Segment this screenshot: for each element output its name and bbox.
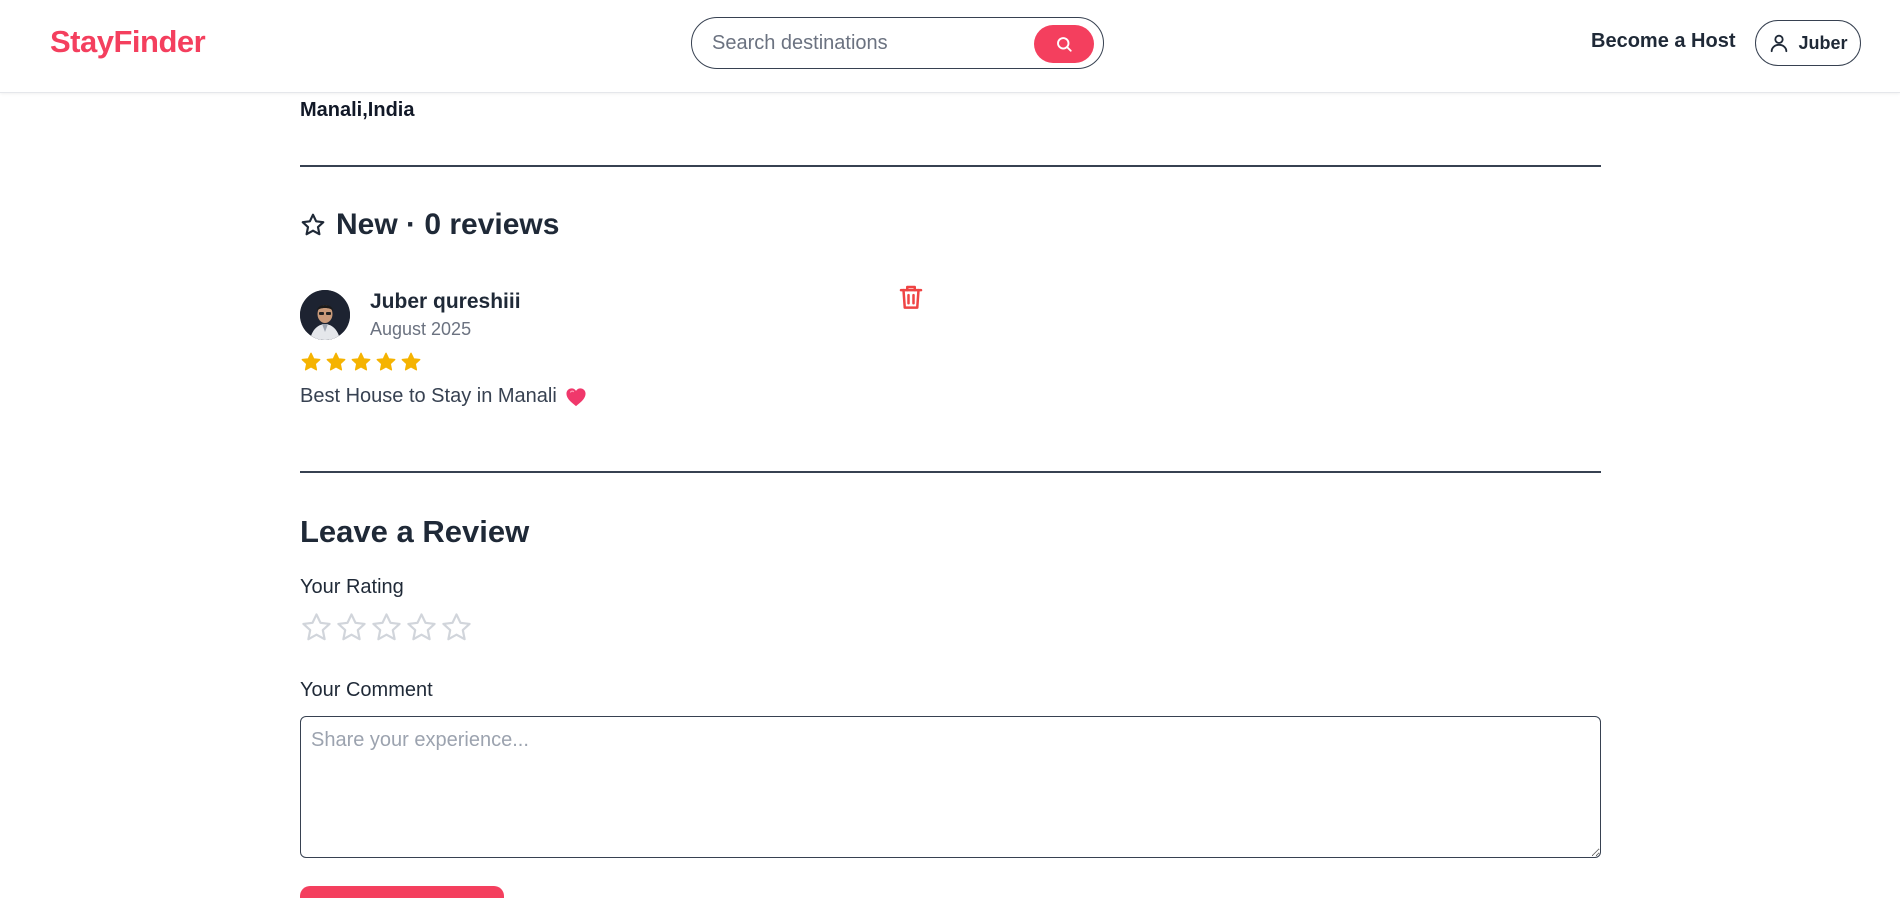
star-outline-icon xyxy=(337,613,366,641)
trash-icon xyxy=(899,285,923,309)
rating-star-4[interactable] xyxy=(405,611,438,649)
listing-location: Manali,India xyxy=(300,99,415,121)
star-filled-icon xyxy=(401,352,421,371)
rating-star-2[interactable] xyxy=(335,611,368,649)
rating-star-3[interactable] xyxy=(370,611,403,649)
star-outline-icon xyxy=(372,613,401,641)
star-filled-icon xyxy=(376,352,396,371)
user-name: Juber xyxy=(1798,32,1848,53)
submit-review-button[interactable] xyxy=(300,886,504,898)
become-host-link[interactable]: Become a Host xyxy=(1591,30,1736,53)
reviewer-avatar xyxy=(300,290,350,340)
review-text: Best House to Stay in Manali xyxy=(300,385,587,408)
top-navbar: StayFinder Become a Host Juber xyxy=(0,0,1900,93)
avatar-photo xyxy=(300,290,350,340)
star-filled-icon xyxy=(326,352,346,371)
search-icon xyxy=(1057,37,1072,52)
review-rating-stars xyxy=(300,351,422,373)
reviewer-name: Juber qureshiii xyxy=(370,290,521,313)
review-date: August 2025 xyxy=(370,319,472,339)
star-outline-icon xyxy=(302,613,331,641)
star-outline-icon xyxy=(301,213,325,236)
heart-icon xyxy=(566,387,586,406)
leave-review-heading: Leave a Review xyxy=(300,514,530,549)
comment-textarea[interactable] xyxy=(300,716,1601,858)
star-outline-icon xyxy=(442,613,471,641)
stayfinder-logo[interactable]: StayFinder xyxy=(50,24,206,60)
search-input[interactable] xyxy=(712,28,1012,58)
delete-review-button[interactable] xyxy=(895,282,927,314)
rating-input-stars[interactable] xyxy=(300,611,473,649)
reviews-summary: New · 0 reviews xyxy=(336,208,560,241)
rating-star-1[interactable] xyxy=(300,611,333,649)
search-button[interactable] xyxy=(1034,25,1094,63)
section-divider xyxy=(300,471,1601,473)
reviews-heading: New · 0 reviews xyxy=(300,208,559,242)
star-filled-icon xyxy=(301,352,321,371)
user-menu-button[interactable]: Juber xyxy=(1755,20,1861,66)
rating-label: Your Rating xyxy=(300,576,404,598)
rating-star-5[interactable] xyxy=(440,611,473,649)
star-outline-icon xyxy=(407,613,436,641)
star-filled-icon xyxy=(351,352,371,371)
comment-label: Your Comment xyxy=(300,679,433,701)
section-divider xyxy=(300,165,1601,167)
search-bar[interactable] xyxy=(691,17,1104,69)
user-icon xyxy=(1771,34,1788,53)
review-comment: Best House to Stay in Manali xyxy=(300,385,557,407)
